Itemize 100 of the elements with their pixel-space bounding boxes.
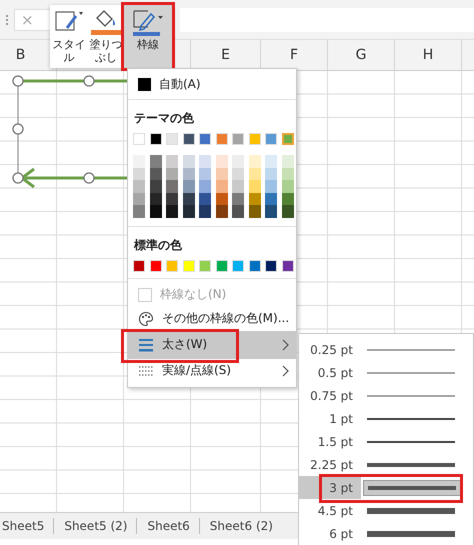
sheet-tab[interactable]: Sheet5 (2) xyxy=(62,519,136,533)
color-swatch[interactable] xyxy=(166,155,178,168)
color-swatch[interactable] xyxy=(199,168,211,180)
sheet-tab[interactable]: Sheet5 xyxy=(0,519,54,533)
color-swatch[interactable] xyxy=(282,205,294,218)
line-weight-item[interactable]: 1.5 pt xyxy=(299,430,473,453)
color-swatch[interactable] xyxy=(232,133,244,145)
palette-icon xyxy=(138,310,154,326)
color-swatch[interactable] xyxy=(248,155,260,168)
color-swatch[interactable] xyxy=(265,155,277,168)
color-swatch[interactable] xyxy=(199,192,211,205)
color-swatch[interactable] xyxy=(282,155,294,168)
color-swatch[interactable] xyxy=(248,205,260,218)
color-swatch[interactable] xyxy=(199,260,211,272)
color-swatch[interactable] xyxy=(182,205,194,218)
menu-item[interactable]: 自動(A) xyxy=(128,73,296,95)
section-header: 標準の色 xyxy=(132,236,183,254)
pen-border-icon xyxy=(131,8,165,38)
color-swatch[interactable] xyxy=(133,155,145,168)
color-swatch[interactable] xyxy=(182,168,194,180)
column-header[interactable]: F xyxy=(290,47,298,63)
column-header[interactable]: G xyxy=(356,47,366,63)
paint-bucket-icon xyxy=(89,8,123,38)
color-swatch[interactable] xyxy=(133,192,145,205)
line-weight-item[interactable]: 0.75 pt xyxy=(299,384,473,407)
color-swatch[interactable] xyxy=(133,180,145,192)
color-swatch[interactable] xyxy=(232,180,244,192)
toolbar-button[interactable]: 枠線 xyxy=(124,5,172,68)
sheet-tab[interactable]: Sheet6 xyxy=(145,519,199,533)
color-swatch[interactable] xyxy=(216,192,228,205)
line-weight-item[interactable]: 3 pt xyxy=(299,476,473,499)
color-swatch[interactable] xyxy=(199,205,211,218)
color-swatch[interactable] xyxy=(182,155,194,168)
chevron-right-icon xyxy=(282,364,290,376)
color-swatch[interactable] xyxy=(166,260,178,272)
color-swatch[interactable] xyxy=(150,155,162,168)
color-swatch[interactable] xyxy=(166,192,178,205)
color-swatch[interactable] xyxy=(166,168,178,180)
color-swatch[interactable] xyxy=(248,260,260,272)
column-header[interactable]: B xyxy=(16,47,26,63)
color-swatch[interactable] xyxy=(199,155,211,168)
color-swatch[interactable] xyxy=(232,168,244,180)
sheet-tab[interactable]: Sheet6 (2) xyxy=(208,519,282,533)
color-swatch[interactable] xyxy=(265,133,277,145)
color-swatch[interactable] xyxy=(282,168,294,180)
line-weight-item[interactable]: 6 pt xyxy=(299,522,473,545)
color-swatch[interactable] xyxy=(265,168,277,180)
color-swatch[interactable] xyxy=(150,168,162,180)
color-swatch[interactable] xyxy=(265,260,277,272)
line-weight-icon xyxy=(138,336,154,352)
color-swatch[interactable] xyxy=(265,205,277,218)
color-swatch[interactable] xyxy=(166,205,178,218)
line-weight-item[interactable]: 0.5 pt xyxy=(299,361,473,384)
menu-item[interactable]: 実線/点線(S) xyxy=(128,358,296,382)
color-swatch[interactable] xyxy=(248,168,260,180)
color-swatch[interactable] xyxy=(216,155,228,168)
color-swatch[interactable] xyxy=(216,133,228,145)
color-swatch[interactable] xyxy=(182,192,194,205)
color-swatch[interactable] xyxy=(150,192,162,205)
color-swatch[interactable] xyxy=(133,168,145,180)
line-weight-item[interactable]: 4.5 pt xyxy=(299,499,473,522)
color-swatch[interactable] xyxy=(150,260,162,272)
section-header: テーマの色 xyxy=(133,110,195,127)
color-swatch[interactable] xyxy=(199,133,211,145)
color-swatch[interactable] xyxy=(133,260,145,272)
color-swatch[interactable] xyxy=(166,180,178,192)
color-swatch[interactable] xyxy=(150,205,162,218)
color-swatch[interactable] xyxy=(282,192,294,205)
color-swatch[interactable] xyxy=(150,180,162,192)
color-swatch[interactable] xyxy=(248,192,260,205)
color-swatch[interactable] xyxy=(199,180,211,192)
color-swatch[interactable] xyxy=(166,133,178,145)
color-swatch[interactable] xyxy=(216,260,228,272)
color-swatch[interactable] xyxy=(133,205,145,218)
color-swatch[interactable] xyxy=(182,180,194,192)
line-weight-item[interactable]: 2.25 pt xyxy=(299,453,473,476)
color-swatch[interactable] xyxy=(216,205,228,218)
color-swatch[interactable] xyxy=(232,205,244,218)
color-swatch[interactable] xyxy=(265,192,277,205)
color-swatch[interactable] xyxy=(216,180,228,192)
color-swatch[interactable] xyxy=(150,133,162,145)
color-swatch[interactable] xyxy=(265,180,277,192)
color-swatch[interactable] xyxy=(232,260,244,272)
color-swatch[interactable] xyxy=(182,133,194,145)
menu-item[interactable]: その他の枠線の色(M)... xyxy=(128,306,296,330)
color-swatch[interactable] xyxy=(282,260,294,272)
line-weight-item[interactable]: 0.25 pt xyxy=(299,338,473,361)
line-weight-item[interactable]: 1 pt xyxy=(299,407,473,430)
color-swatch[interactable] xyxy=(282,180,294,192)
empty-box-icon xyxy=(138,288,152,302)
color-swatch[interactable] xyxy=(248,133,260,145)
color-swatch[interactable] xyxy=(182,260,194,272)
column-header[interactable]: H xyxy=(422,47,434,63)
column-header[interactable]: E xyxy=(221,47,230,63)
color-swatch[interactable] xyxy=(133,133,145,145)
color-swatch[interactable] xyxy=(282,133,294,145)
color-swatch[interactable] xyxy=(232,192,244,205)
color-swatch[interactable] xyxy=(232,155,244,168)
color-swatch[interactable] xyxy=(248,180,260,192)
color-swatch[interactable] xyxy=(216,168,228,180)
